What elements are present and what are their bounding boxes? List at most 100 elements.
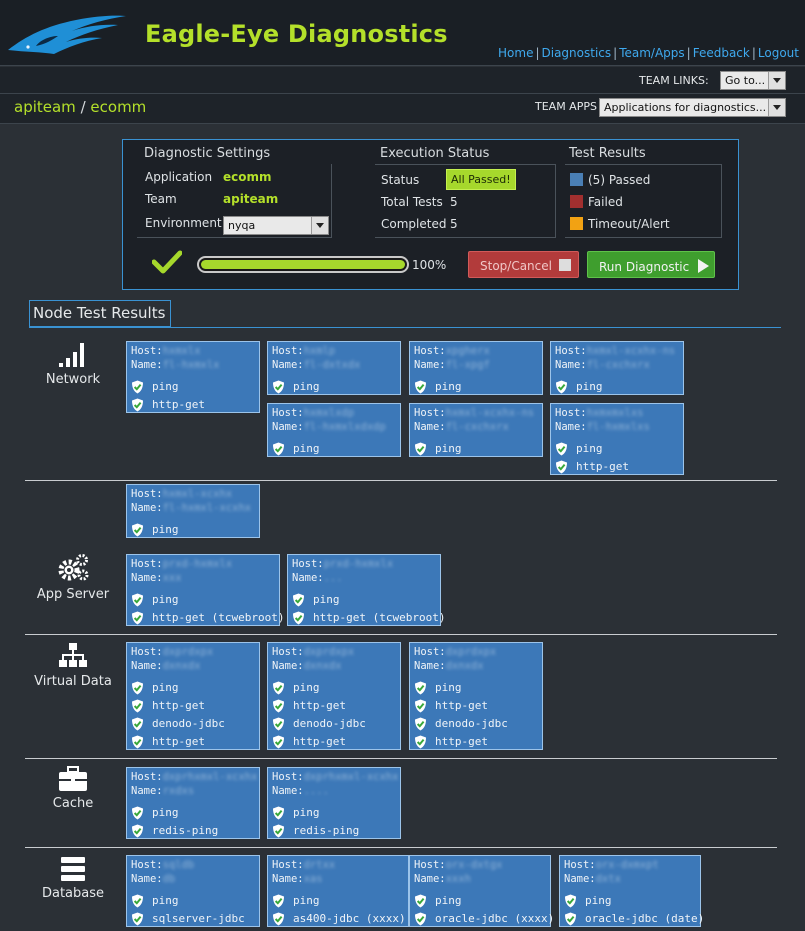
team-links-select[interactable]: Go to... bbox=[720, 71, 786, 90]
test-name: ping bbox=[293, 380, 320, 393]
host-label: Host: bbox=[131, 859, 163, 871]
status-label: Status bbox=[381, 173, 420, 187]
name-label: Name: bbox=[272, 785, 304, 797]
nav-diagnostics[interactable]: Diagnostics bbox=[542, 46, 612, 60]
node-card[interactable]: Host:orx-dxtgx Name:xxxh ping oracle-jdbc (… bbox=[409, 855, 554, 927]
host-label: Host: bbox=[414, 859, 446, 871]
check-shield-icon bbox=[415, 442, 426, 456]
host-value: dxprdxpx bbox=[303, 646, 355, 658]
name-value: xxx bbox=[162, 572, 182, 584]
node-card[interactable]: Host:dxprdxpx Name:dxnxdx ping http-get deno… bbox=[409, 642, 543, 750]
nav-team-apps[interactable]: Team/Apps bbox=[619, 46, 684, 60]
name-value: xxxh bbox=[445, 873, 471, 885]
category-network: Network bbox=[23, 341, 123, 387]
host-label: Host: bbox=[272, 407, 304, 419]
test-name: ping bbox=[152, 681, 179, 694]
check-shield-icon bbox=[273, 699, 284, 713]
test-result-row: http-get bbox=[272, 697, 396, 715]
node-name-row: Name:db bbox=[131, 872, 255, 886]
node-card[interactable]: Host:drtxx Name:xas ping as400-jdbc (xxxx) bbox=[267, 855, 409, 927]
name-label: Name: bbox=[272, 421, 304, 433]
completed-value: 5 bbox=[450, 217, 458, 231]
test-name: http-get bbox=[152, 398, 205, 411]
name-value: fl-hxmxlxs bbox=[586, 421, 650, 433]
name-label: Name: bbox=[272, 873, 304, 885]
nav-logout[interactable]: Logout bbox=[758, 46, 799, 60]
legend-timeout-swatch bbox=[570, 217, 583, 230]
host-label: Host: bbox=[564, 859, 596, 871]
check-shield-icon bbox=[132, 593, 143, 607]
node-card[interactable]: Host:orx-dxmxpt Name:dxtx ping oracle-jdbc … bbox=[559, 855, 704, 928]
diagnostic-settings-title: Diagnostic Settings bbox=[144, 146, 271, 161]
node-host-row: Host:dxprdxpx bbox=[414, 645, 538, 659]
briefcase-icon bbox=[59, 766, 87, 791]
node-name-row: Name:fl-hxmxl-xcxhx bbox=[131, 501, 255, 515]
stop-icon bbox=[558, 259, 571, 271]
test-result-row: ping bbox=[131, 378, 255, 396]
node-card[interactable]: Host:dxprdxpx Name:dxnxdx ping http-get deno… bbox=[126, 642, 260, 750]
application-value: ecomm bbox=[223, 170, 272, 184]
nav-feedback[interactable]: Feedback bbox=[693, 46, 750, 60]
stop-cancel-button[interactable]: Stop/Cancel bbox=[468, 251, 579, 278]
breadcrumb-team[interactable]: apiteam bbox=[14, 98, 76, 116]
node-card[interactable]: Host:dxprhxmxl-xcxhx Name:.... ping redis-p… bbox=[267, 767, 401, 839]
team-apps-select-value: Applications for diagnostics... bbox=[604, 101, 767, 114]
test-name: http-get bbox=[152, 699, 205, 712]
test-name: ping bbox=[576, 442, 603, 455]
completed-label: Completed bbox=[381, 217, 447, 231]
host-value: hxmxmxlxs bbox=[586, 407, 644, 419]
check-shield-icon bbox=[273, 380, 284, 394]
environment-label: Environment bbox=[145, 216, 222, 230]
node-card[interactable]: Host:hxmlp Name:fl-dxtxdx ping bbox=[267, 341, 401, 395]
test-result-row: sqlserver-jdbc bbox=[131, 910, 255, 928]
sitemap-icon bbox=[59, 643, 87, 667]
check-shield-icon bbox=[132, 912, 143, 926]
progress-bar bbox=[197, 256, 409, 273]
node-host-row: Host:hxmxmxlxs bbox=[555, 406, 679, 420]
nav-home[interactable]: Home bbox=[498, 46, 533, 60]
host-value: sqldb bbox=[162, 859, 195, 871]
node-card[interactable]: Host:xpgherx Name:fl-xpgf ping bbox=[409, 341, 543, 395]
test-name: ping bbox=[435, 894, 462, 907]
environment-select[interactable]: nyqa bbox=[223, 216, 329, 235]
host-label: Host: bbox=[272, 646, 304, 658]
host-label: Host: bbox=[131, 488, 163, 500]
node-card[interactable]: Host:hxmxlxdp Name:fl-hxmxlxdxdp ping bbox=[267, 403, 401, 457]
host-value: orx-dxmxpt bbox=[595, 859, 659, 871]
play-icon bbox=[698, 259, 710, 273]
test-name: oracle-jdbc (date) bbox=[585, 912, 705, 925]
node-card[interactable]: Host:sqldb Name:db ping sqlserver-jdbc bbox=[126, 855, 260, 927]
name-value: dxnxdx bbox=[303, 660, 342, 672]
test-result-row: http-get bbox=[131, 396, 255, 414]
node-card[interactable]: Host:hxmxmxlxs Name:fl-hxmxlxs ping http-ge… bbox=[550, 403, 684, 475]
node-card[interactable]: Host:hxmxlx Name:fl-hxmxlx ping http-get bbox=[126, 341, 260, 413]
test-result-row: ping bbox=[131, 804, 255, 822]
host-label: Host: bbox=[414, 345, 446, 357]
environment-select-value: nyqa bbox=[228, 219, 256, 232]
node-card[interactable]: Host:hxmxl-xcxhx-ns Name:fl-cxchxrx ping bbox=[550, 341, 684, 395]
name-value: rxdxs bbox=[162, 785, 195, 797]
test-name: http-get bbox=[152, 735, 205, 748]
check-shield-icon bbox=[556, 380, 567, 394]
test-result-row: ping bbox=[131, 679, 255, 697]
test-result-row: oracle-jdbc (date) bbox=[564, 910, 704, 928]
node-card[interactable]: Host:dxprhxmxl-xcxhx Name:rxdxs ping redis-… bbox=[126, 767, 260, 839]
test-result-row: http-get bbox=[272, 733, 396, 751]
host-value: orx-dxtgx bbox=[445, 859, 503, 871]
nav-separator: | bbox=[535, 46, 540, 60]
node-card[interactable]: Host:prxd-hxmxlx Name:xxx ping http-get (tc… bbox=[126, 554, 284, 626]
run-diagnostic-button[interactable]: Run Diagnostic bbox=[587, 251, 715, 278]
check-shield-icon bbox=[415, 894, 426, 908]
node-host-row: Host:hxmxl-xcxhx bbox=[131, 487, 255, 501]
check-shield-icon bbox=[415, 681, 426, 695]
host-label: Host: bbox=[131, 646, 163, 658]
node-host-row: Host:orx-dxtgx bbox=[414, 858, 546, 872]
node-card[interactable]: Host:hxmxl-xcxhx Name:fl-hxmxl-xcxhx ping bbox=[126, 484, 260, 538]
node-card[interactable]: Host:dxprdxpx Name:dxnxdx ping http-get deno… bbox=[267, 642, 401, 750]
node-card[interactable]: Host:hxmxl-xcxhx-ns Name:fl-cxchxrx ping bbox=[409, 403, 543, 457]
team-apps-select[interactable]: Applications for diagnostics... bbox=[599, 98, 786, 117]
node-card[interactable]: Host:prxd-hxmxlx Name:... ping http-get (tc… bbox=[287, 554, 445, 626]
name-value: db bbox=[162, 873, 176, 885]
breadcrumb-app[interactable]: ecomm bbox=[90, 98, 146, 116]
legend-failed-label: Failed bbox=[588, 195, 623, 209]
